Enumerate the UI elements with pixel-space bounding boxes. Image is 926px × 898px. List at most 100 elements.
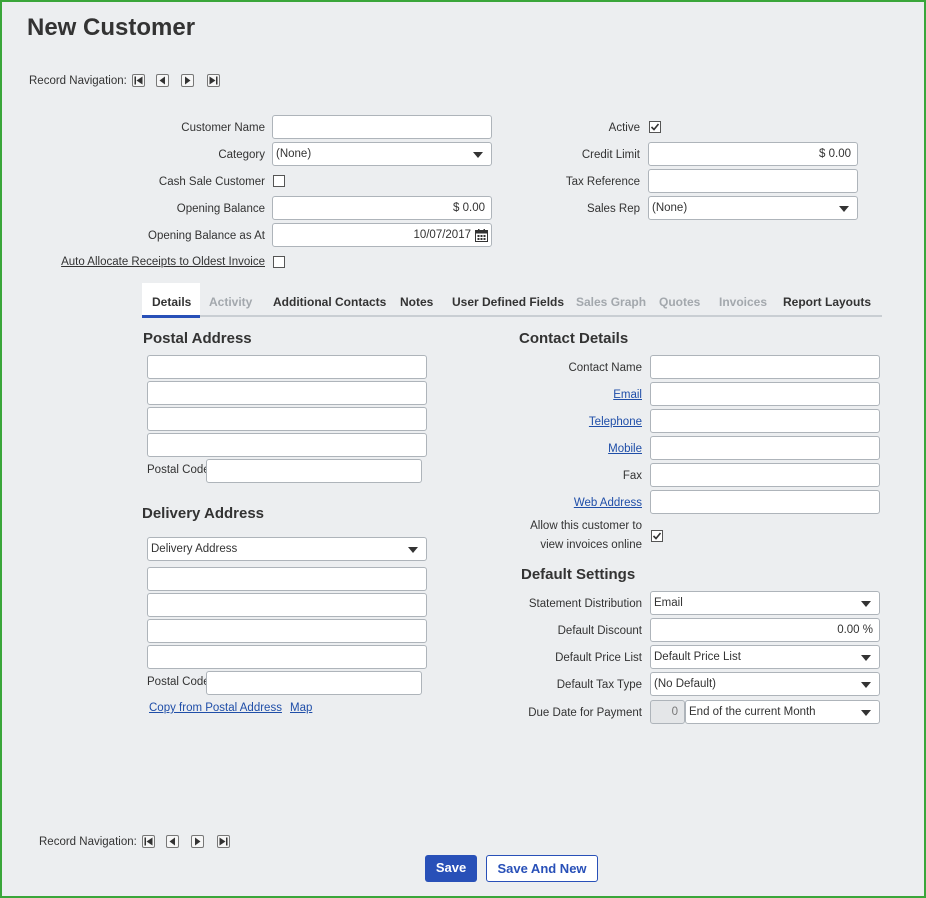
- auto-allocate-label[interactable]: Auto Allocate Receipts to Oldest Invoice: [61, 256, 265, 268]
- allow-online-label-line-1: Allow this customer to: [530, 520, 642, 532]
- delivery-address-select-value: Delivery Address: [151, 543, 238, 555]
- statement-distribution-select[interactable]: Email: [650, 591, 880, 615]
- delivery-address-select[interactable]: Delivery Address: [147, 537, 427, 561]
- category-select[interactable]: (None): [272, 142, 492, 166]
- due-date-days-input[interactable]: 0: [650, 700, 685, 724]
- contact-name-label: Contact Name: [568, 362, 642, 374]
- calendar-icon[interactable]: [475, 229, 488, 242]
- previous-record-button-bottom[interactable]: [166, 835, 179, 848]
- sales-rep-select[interactable]: (None): [648, 196, 858, 220]
- statement-distribution-value: Email: [654, 597, 683, 609]
- chevron-down-icon: [473, 152, 483, 158]
- default-price-list-label: Default Price List: [555, 652, 642, 664]
- postal-code-input[interactable]: [206, 459, 422, 483]
- chevron-down-icon: [861, 682, 871, 688]
- tab-additional-contacts[interactable]: Additional Contacts: [273, 295, 386, 309]
- first-icon: [134, 76, 143, 85]
- mobile-link[interactable]: Mobile: [608, 443, 642, 455]
- last-record-button-bottom[interactable]: [217, 835, 230, 848]
- opening-balance-date-input[interactable]: 10/07/2017: [272, 223, 492, 247]
- next-record-button-bottom[interactable]: [191, 835, 204, 848]
- tax-reference-input[interactable]: [648, 169, 858, 193]
- active-label: Active: [608, 122, 640, 134]
- save-and-new-button[interactable]: Save And New: [486, 855, 598, 882]
- telephone-input[interactable]: [650, 409, 880, 433]
- chevron-down-icon: [861, 601, 871, 607]
- copy-from-postal-address-link[interactable]: Copy from Postal Address: [149, 702, 282, 714]
- opening-balance-date-label: Opening Balance as At: [148, 230, 265, 242]
- previous-icon: [169, 837, 175, 846]
- tab-sales-graph: Sales Graph: [576, 295, 647, 309]
- delivery-address-line-2[interactable]: [147, 593, 427, 617]
- tab-activity: Activity: [209, 295, 253, 309]
- postal-address-line-4[interactable]: [147, 433, 427, 457]
- delivery-address-line-4[interactable]: [147, 645, 427, 669]
- active-tab-indicator: [142, 315, 200, 318]
- checkmark-icon: [652, 532, 662, 540]
- mobile-input[interactable]: [650, 436, 880, 460]
- fax-input[interactable]: [650, 463, 880, 487]
- category-value: (None): [276, 148, 312, 160]
- due-date-value: End of the current Month: [689, 706, 816, 718]
- default-tax-type-select[interactable]: (No Default): [650, 672, 880, 696]
- default-discount-label: Default Discount: [557, 625, 642, 637]
- save-button[interactable]: Save: [425, 855, 477, 882]
- opening-balance-input[interactable]: $ 0.00: [272, 196, 492, 220]
- contact-name-input[interactable]: [650, 355, 880, 379]
- default-discount-input[interactable]: 0.00 %: [650, 618, 880, 642]
- first-record-button-bottom[interactable]: [142, 835, 155, 848]
- chevron-down-icon: [861, 710, 871, 716]
- next-icon: [185, 76, 191, 85]
- telephone-link[interactable]: Telephone: [589, 416, 642, 428]
- default-price-list-select[interactable]: Default Price List: [650, 645, 880, 669]
- tab-user-defined-fields[interactable]: User Defined Fields: [452, 295, 564, 309]
- postal-address-heading: Postal Address: [143, 330, 252, 347]
- postal-address-line-1[interactable]: [147, 355, 427, 379]
- postal-code-label: Postal Code: [147, 464, 210, 476]
- tab-report-layouts[interactable]: Report Layouts: [783, 295, 871, 309]
- opening-balance-label: Opening Balance: [176, 203, 265, 215]
- active-checkbox[interactable]: [649, 121, 661, 133]
- delivery-postal-code-input[interactable]: [206, 671, 422, 695]
- fax-label: Fax: [622, 470, 642, 482]
- previous-record-button[interactable]: [156, 74, 169, 87]
- opening-balance-date-value: 10/07/2017: [413, 229, 471, 241]
- web-address-input[interactable]: [650, 490, 880, 514]
- map-link[interactable]: Map: [290, 702, 312, 714]
- email-link[interactable]: Email: [613, 389, 642, 401]
- postal-address-line-3[interactable]: [147, 407, 427, 431]
- tab-invoices: Invoices: [719, 295, 768, 309]
- due-date-label: Due Date for Payment: [528, 707, 642, 719]
- web-address-link[interactable]: Web Address: [574, 497, 642, 509]
- last-icon: [219, 837, 228, 846]
- tab-label-details[interactable]: Details: [152, 295, 191, 309]
- category-label: Category: [218, 149, 265, 161]
- page-title: New Customer: [27, 14, 196, 41]
- next-record-button[interactable]: [181, 74, 194, 87]
- first-record-button[interactable]: [132, 74, 145, 87]
- tab-notes[interactable]: Notes: [400, 295, 433, 309]
- last-icon: [209, 76, 218, 85]
- credit-limit-input[interactable]: $ 0.00: [648, 142, 858, 166]
- delivery-address-line-3[interactable]: [147, 619, 427, 643]
- customer-name-input[interactable]: [272, 115, 492, 139]
- record-navigation-label: Record Navigation:: [29, 75, 127, 87]
- chevron-down-icon: [861, 655, 871, 661]
- customer-name-label: Customer Name: [181, 122, 265, 134]
- email-input[interactable]: [650, 382, 880, 406]
- tax-reference-label: Tax Reference: [565, 176, 640, 188]
- previous-icon: [159, 76, 165, 85]
- postal-address-line-2[interactable]: [147, 381, 427, 405]
- checkmark-icon: [650, 123, 660, 131]
- allow-online-checkbox[interactable]: [651, 530, 663, 542]
- sales-rep-label: Sales Rep: [586, 203, 640, 215]
- auto-allocate-checkbox[interactable]: [273, 256, 285, 268]
- default-settings-heading: Default Settings: [521, 566, 636, 583]
- chevron-down-icon: [839, 206, 849, 212]
- delivery-postal-code-label: Postal Code: [147, 676, 210, 688]
- cash-sale-customer-checkbox[interactable]: [273, 175, 285, 187]
- due-date-select[interactable]: End of the current Month: [685, 700, 880, 724]
- delivery-address-line-1[interactable]: [147, 567, 427, 591]
- last-record-button[interactable]: [207, 74, 220, 87]
- credit-limit-label: Credit Limit: [581, 149, 640, 161]
